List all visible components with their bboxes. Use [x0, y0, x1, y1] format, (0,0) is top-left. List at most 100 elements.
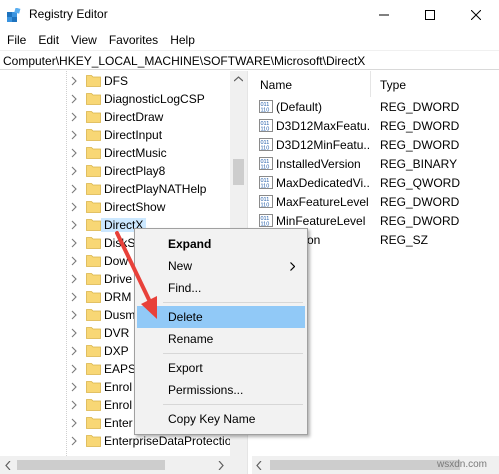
chevron-right-icon[interactable]: [70, 273, 78, 285]
menu-item-find[interactable]: Find...: [137, 277, 305, 299]
chevron-right-icon[interactable]: [70, 75, 78, 87]
folder-icon: [86, 183, 101, 195]
chevron-right-icon[interactable]: [70, 291, 78, 303]
value-type: REG_BINARY: [380, 157, 458, 171]
chevron-right-icon[interactable]: [70, 417, 78, 429]
tree-item[interactable]: DirectShow: [0, 198, 230, 216]
tree-item-label: DirectDraw: [104, 110, 164, 124]
menu-item-new-label: New: [168, 259, 193, 273]
menu-edit[interactable]: Edit: [33, 30, 66, 50]
tree-item-label: DRM: [104, 290, 132, 304]
column-header-type[interactable]: Type: [372, 71, 499, 97]
tree-item[interactable]: DirectPlayNATHelp: [0, 180, 230, 198]
tree-item-label: Dow: [104, 254, 129, 268]
chevron-right-icon[interactable]: [70, 129, 78, 141]
menu-item-export[interactable]: Export: [137, 357, 305, 379]
watermark-text: wsxdn.com: [437, 459, 488, 470]
menu-help[interactable]: Help: [165, 30, 202, 50]
menu-separator: [163, 302, 303, 303]
menu-item-new[interactable]: New: [137, 255, 305, 277]
chevron-right-icon[interactable]: [70, 93, 78, 105]
chevron-right-icon[interactable]: [70, 435, 78, 447]
tree-item-label: EnterpriseDataProtectio: [104, 434, 232, 448]
chevron-right-icon[interactable]: [70, 147, 78, 159]
tree-item-label: Dusm: [104, 308, 136, 322]
folder-icon: [86, 273, 101, 285]
chevron-right-icon[interactable]: [70, 183, 78, 195]
value-type: REG_DWORD: [380, 195, 460, 209]
chevron-right-icon[interactable]: [70, 345, 78, 357]
tree-item[interactable]: DirectPlay8: [0, 162, 230, 180]
submenu-arrow-icon: [290, 262, 295, 271]
tree-item-label: Enter: [104, 416, 133, 430]
menu-item-rename[interactable]: Rename: [137, 328, 305, 350]
menu-item-delete[interactable]: Delete: [137, 306, 305, 328]
scroll-left-icon[interactable]: [5, 461, 11, 470]
value-type: REG_DWORD: [380, 138, 460, 152]
value-type: REG_QWORD: [380, 176, 461, 190]
menu-item-permissions[interactable]: Permissions...: [137, 379, 305, 401]
address-bar[interactable]: Computer\HKEY_LOCAL_MACHINE\SOFTWARE\Mic…: [0, 50, 499, 70]
menu-file[interactable]: File: [2, 30, 33, 50]
binary-value-icon: 011110: [259, 176, 273, 189]
chevron-right-icon[interactable]: [70, 165, 78, 177]
chevron-right-icon[interactable]: [70, 309, 78, 321]
tree-horizontal-scrollbar[interactable]: [0, 456, 247, 474]
minimize-button[interactable]: [361, 0, 407, 30]
value-row[interactable]: 011 110 (Default) REG_DWORD: [252, 97, 499, 116]
tree-item[interactable]: DirectMusic: [0, 144, 230, 162]
tree-hscroll-thumb[interactable]: [17, 460, 165, 470]
binary-value-icon: 011110: [259, 119, 273, 132]
chevron-right-icon[interactable]: [70, 399, 78, 411]
svg-text:110: 110: [261, 184, 270, 190]
menu-favorites[interactable]: Favorites: [104, 30, 165, 50]
tree-item-label: DXP: [104, 344, 129, 358]
chevron-right-icon[interactable]: [70, 327, 78, 339]
chevron-right-icon[interactable]: [70, 381, 78, 393]
binary-value-icon: 011110: [259, 100, 273, 113]
close-button[interactable]: [453, 0, 499, 30]
folder-icon: [86, 435, 101, 447]
tree-item-label: DVR: [104, 326, 130, 340]
tree-item[interactable]: DFS: [0, 72, 230, 90]
tree-scroll-thumb[interactable]: [233, 159, 244, 185]
tree-item-label: DiskS: [104, 236, 136, 250]
folder-icon: [86, 129, 101, 141]
scroll-right-icon[interactable]: [218, 461, 224, 470]
minimize-icon: [379, 14, 389, 16]
value-row[interactable]: 011 110 InstalledVersion REG_BINARY: [252, 154, 499, 173]
column-header-name[interactable]: Name: [252, 71, 371, 97]
chevron-right-icon[interactable]: [70, 219, 78, 231]
svg-text:110: 110: [261, 108, 270, 114]
menu-item-expand[interactable]: Expand: [137, 233, 305, 255]
window-title: Registry Editor: [29, 7, 108, 21]
tree-item-label: DirectShow: [104, 200, 166, 214]
chevron-right-icon[interactable]: [70, 237, 78, 249]
tree-item-label: EAPS: [104, 362, 137, 376]
value-row[interactable]: 011 110 MaxFeatureLevel REG_DWORD: [252, 192, 499, 211]
maximize-button[interactable]: [407, 0, 453, 30]
chevron-right-icon[interactable]: [70, 255, 78, 267]
binary-value-icon: 011110: [259, 157, 273, 170]
menu-view[interactable]: View: [66, 30, 104, 50]
folder-icon: [86, 345, 101, 357]
tree-item[interactable]: DirectInput: [0, 126, 230, 144]
chevron-right-icon[interactable]: [70, 363, 78, 375]
chevron-right-icon[interactable]: [70, 201, 78, 213]
folder-icon: [86, 417, 101, 429]
scroll-left-icon[interactable]: [256, 461, 262, 470]
menu-item-copy-key-name[interactable]: Copy Key Name: [137, 408, 305, 430]
folder-icon: [86, 309, 101, 321]
registry-editor-icon: [7, 8, 21, 22]
tree-item[interactable]: DiagnosticLogCSP: [0, 90, 230, 108]
value-name: MaxDedicatedVi...: [276, 176, 369, 190]
value-row[interactable]: 011 110 D3D12MaxFeatu... REG_DWORD: [252, 116, 499, 135]
value-row[interactable]: 011 110 MaxDedicatedVi... REG_QWORD: [252, 173, 499, 192]
scroll-up-icon[interactable]: [234, 76, 243, 82]
value-type: REG_DWORD: [380, 119, 460, 133]
tree-item[interactable]: DirectDraw: [0, 108, 230, 126]
values-hscroll-thumb[interactable]: [270, 460, 460, 470]
value-type: REG_DWORD: [380, 214, 460, 228]
value-row[interactable]: 011 110 D3D12MinFeatu... REG_DWORD: [252, 135, 499, 154]
chevron-right-icon[interactable]: [70, 111, 78, 123]
